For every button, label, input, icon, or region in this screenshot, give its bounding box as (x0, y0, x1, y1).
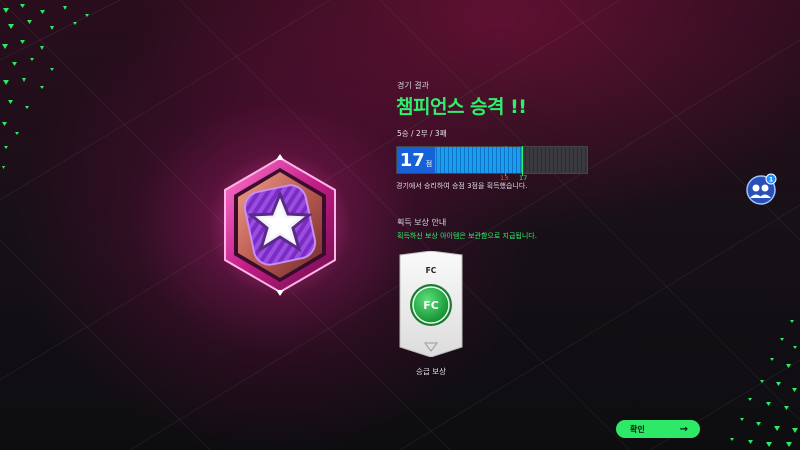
threshold-tick-green (522, 146, 523, 176)
page-title: 챔피언스 승격 !! (396, 96, 527, 118)
card-emblem-text: FC (423, 299, 439, 312)
score-progress-bar: 17 점 (396, 146, 588, 174)
star-badge-icon (208, 153, 352, 297)
score-display: 17 점 (397, 147, 435, 173)
reward-title: 획득 보상 안내 (397, 218, 447, 227)
confirm-button-label: 확인 (630, 424, 645, 434)
team-chat-icon[interactable]: 1 (745, 173, 777, 205)
score-value: 17 (399, 150, 425, 171)
reward-description: 획득하신 보상 아이템은 보관함으로 지급됩니다. (397, 232, 537, 240)
score-unit: 점 (425, 160, 433, 168)
threshold-tick-red (505, 146, 506, 176)
arrow-right-icon: → (679, 423, 688, 435)
confirm-button[interactable]: 확인 → (616, 420, 700, 438)
match-record: 5승 / 2무 / 3패 (397, 129, 447, 138)
score-progress-remaining (522, 147, 587, 173)
reward-card-caption: 승급 보상 (416, 367, 446, 376)
result-label: 경기 결과 (397, 81, 429, 90)
decor-triangles-left (2, 4, 89, 169)
notification-count: 1 (769, 176, 774, 184)
score-description: 경기에서 승리하여 승점 3점을 획득했습니다. (396, 182, 528, 190)
decor-triangles-right (730, 320, 798, 447)
reward-card-label: FC (425, 266, 437, 275)
